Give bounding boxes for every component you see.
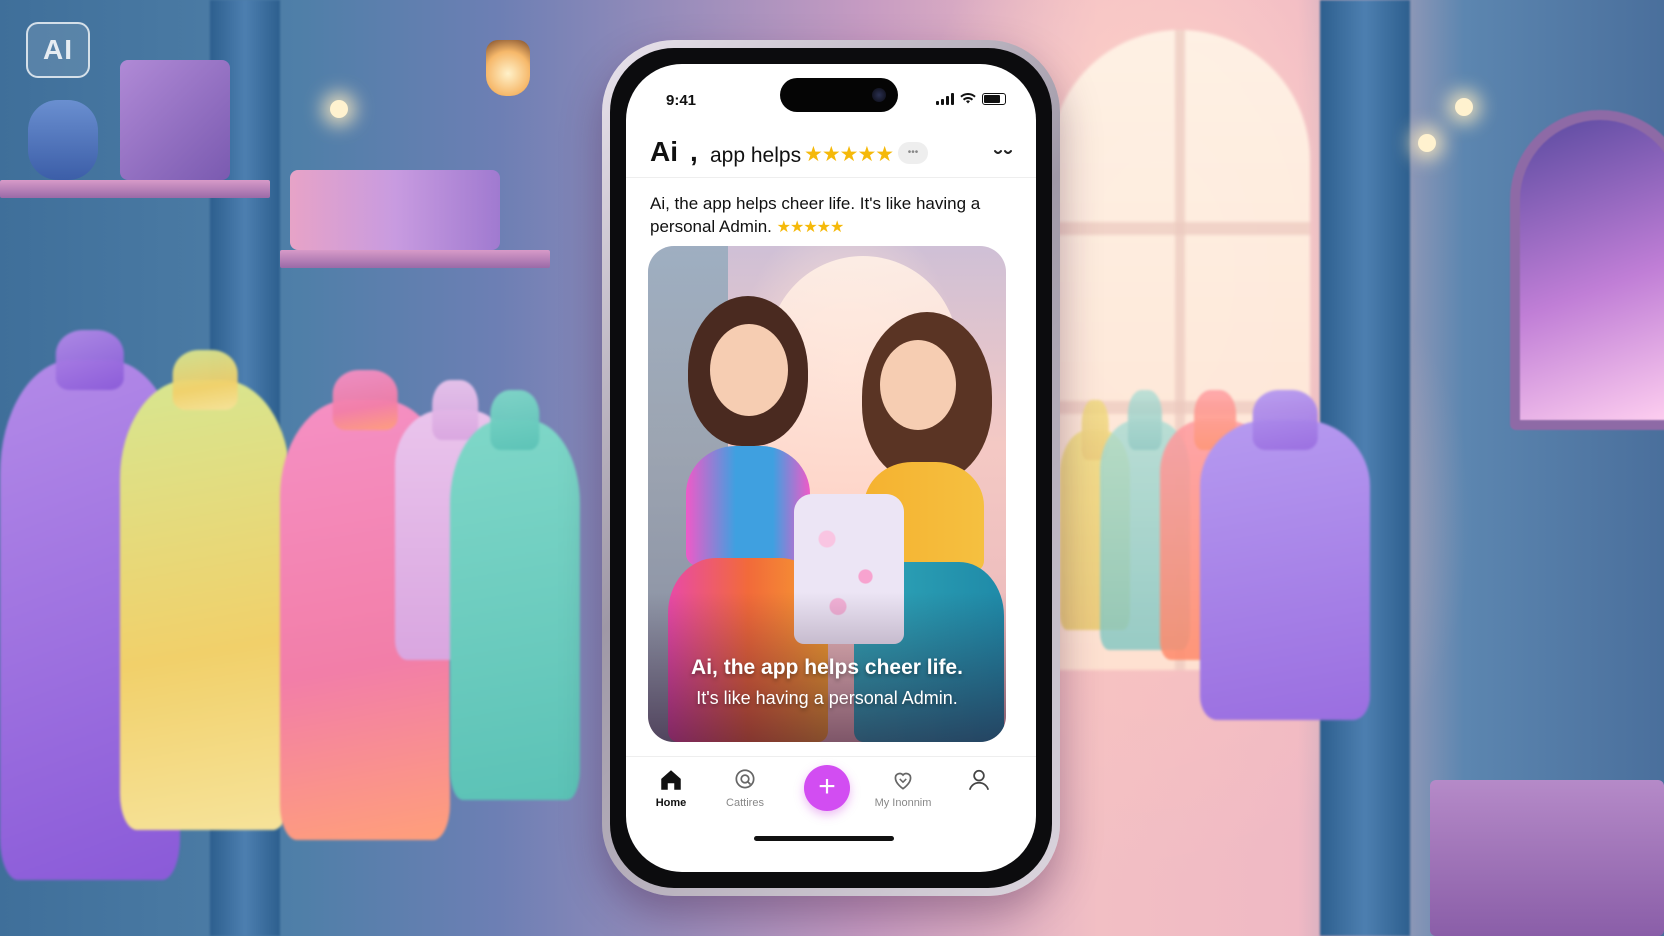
status-bar: 9:41 xyxy=(626,64,1036,120)
tab-cattires-label: Cattires xyxy=(726,797,764,809)
tab-my-inonnim-label: My Inonnim xyxy=(874,797,932,809)
app-header: Ai , app helps ★★★★★ ••• xyxy=(626,122,1036,178)
tab-cattires[interactable]: Cattires xyxy=(710,767,780,809)
home-indicator[interactable] xyxy=(754,836,894,841)
dress-teal xyxy=(450,420,580,800)
gift-box xyxy=(120,60,230,180)
light-dot xyxy=(330,100,348,118)
ai-watermark-badge: AI xyxy=(26,22,90,78)
shelf-middle xyxy=(280,250,550,268)
app-brand-title: Ai xyxy=(650,136,678,167)
chat-bubble-icon[interactable]: ••• xyxy=(898,142,928,164)
tab-home[interactable]: Home xyxy=(636,767,706,809)
heart-icon xyxy=(858,767,948,795)
cabinet xyxy=(1430,780,1664,936)
tab-profile[interactable] xyxy=(944,767,1014,795)
light-dot xyxy=(1455,98,1473,116)
phone-screen: 9:41 Ai , app helps ★★★★★ ••• Ai, the ap… xyxy=(626,64,1036,872)
brand-separator: , xyxy=(690,136,698,167)
header-rating-stars: ★★★★★ xyxy=(804,143,894,166)
dynamic-island xyxy=(780,78,898,112)
search-icon xyxy=(710,767,780,795)
wifi-icon xyxy=(960,92,976,106)
home-icon xyxy=(636,767,706,795)
tab-my-inonnim[interactable]: My Inonnim xyxy=(858,767,948,809)
card-subtitle: It's like having a personal Admin. xyxy=(696,688,958,708)
phone-frame: 9:41 Ai , app helps ★★★★★ ••• Ai, the ap… xyxy=(602,40,1060,896)
header-subtitle: app helps xyxy=(710,144,802,167)
battery-icon xyxy=(982,93,1006,105)
status-time: 9:41 xyxy=(666,92,697,109)
cellular-signal-icon xyxy=(936,93,954,105)
status-icons xyxy=(936,92,1006,106)
light-dot xyxy=(1418,134,1436,152)
shelf-top xyxy=(0,180,270,198)
tab-home-label: Home xyxy=(655,797,687,809)
vase xyxy=(28,100,98,180)
create-post-button[interactable]: + xyxy=(804,765,850,811)
more-options-icon[interactable] xyxy=(994,144,1012,162)
card-title: Ai, the app helps cheer life. xyxy=(691,656,963,679)
wall-mirror xyxy=(1510,110,1664,430)
dress-yellow xyxy=(120,380,290,830)
post-caption: Ai, the app helps cheer life. It's like … xyxy=(650,192,1012,239)
camera-icon xyxy=(872,88,886,102)
post-caption-stars: ★★★★★ xyxy=(776,219,845,236)
plus-icon: + xyxy=(818,770,836,803)
phone-bezel: 9:41 Ai , app helps ★★★★★ ••• Ai, the ap… xyxy=(610,48,1052,888)
post-image-card[interactable]: Ai, the app helps cheer life. It's like … xyxy=(648,246,1006,742)
wall-lamp xyxy=(486,40,530,96)
profile-icon xyxy=(944,767,1014,795)
dress-violet-right xyxy=(1200,420,1370,720)
ai-watermark-label: AI xyxy=(43,34,73,65)
folded-clothes xyxy=(290,170,500,250)
bottom-tab-bar: Home Cattires + My Inonnim xyxy=(626,756,1036,826)
